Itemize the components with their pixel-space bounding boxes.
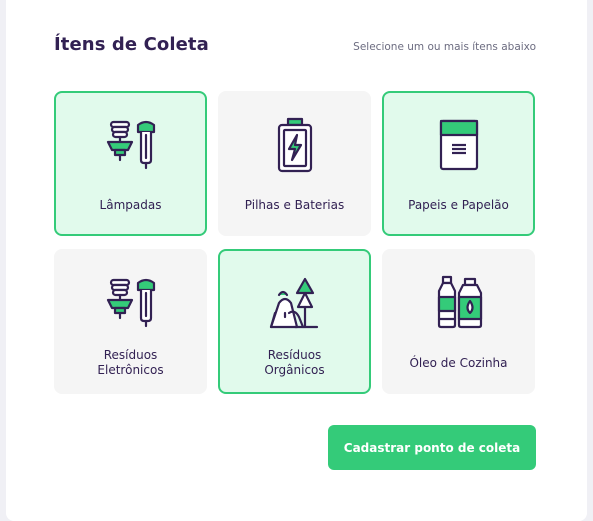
item-label: Pilhas e Baterias [244, 197, 345, 212]
organic-icon [265, 273, 325, 333]
battery-icon [265, 115, 325, 175]
section-subtitle: Selecione um ou mais ítens abaixo [353, 41, 536, 53]
section-title: Ítens de Coleta [54, 34, 209, 55]
item-pilhas-baterias[interactable]: Pilhas e Baterias [218, 91, 371, 236]
lamps-icon [101, 115, 161, 175]
electronics-icon [101, 273, 161, 333]
item-papeis-papelao[interactable]: Papeis e Papelão [382, 91, 535, 236]
section-header: Ítens de Coleta Selecione um ou mais íte… [54, 34, 536, 62]
item-label: Lâmpadas [99, 197, 162, 212]
oil-icon [429, 273, 489, 333]
item-label: Papeis e Papelão [408, 197, 509, 212]
item-residuos-eletronicos[interactable]: Resíduos Eletrônicos [54, 249, 207, 394]
submit-collection-point-button[interactable]: Cadastrar ponto de coleta [328, 425, 536, 470]
item-label: Resíduos Eletrônicos [97, 348, 164, 377]
collection-items-card: Ítens de Coleta Selecione um ou mais íte… [6, 0, 587, 521]
item-residuos-organicos[interactable]: Resíduos Orgânicos [218, 249, 371, 394]
paper-icon [429, 115, 489, 175]
item-label: Resíduos Orgânicos [264, 348, 325, 377]
items-grid: Lâmpadas Pilhas e Baterias Papeis e Pape… [54, 91, 536, 394]
item-label: Óleo de Cozinha [409, 355, 508, 370]
item-oleo-cozinha[interactable]: Óleo de Cozinha [382, 249, 535, 394]
item-lampadas[interactable]: Lâmpadas [54, 91, 207, 236]
